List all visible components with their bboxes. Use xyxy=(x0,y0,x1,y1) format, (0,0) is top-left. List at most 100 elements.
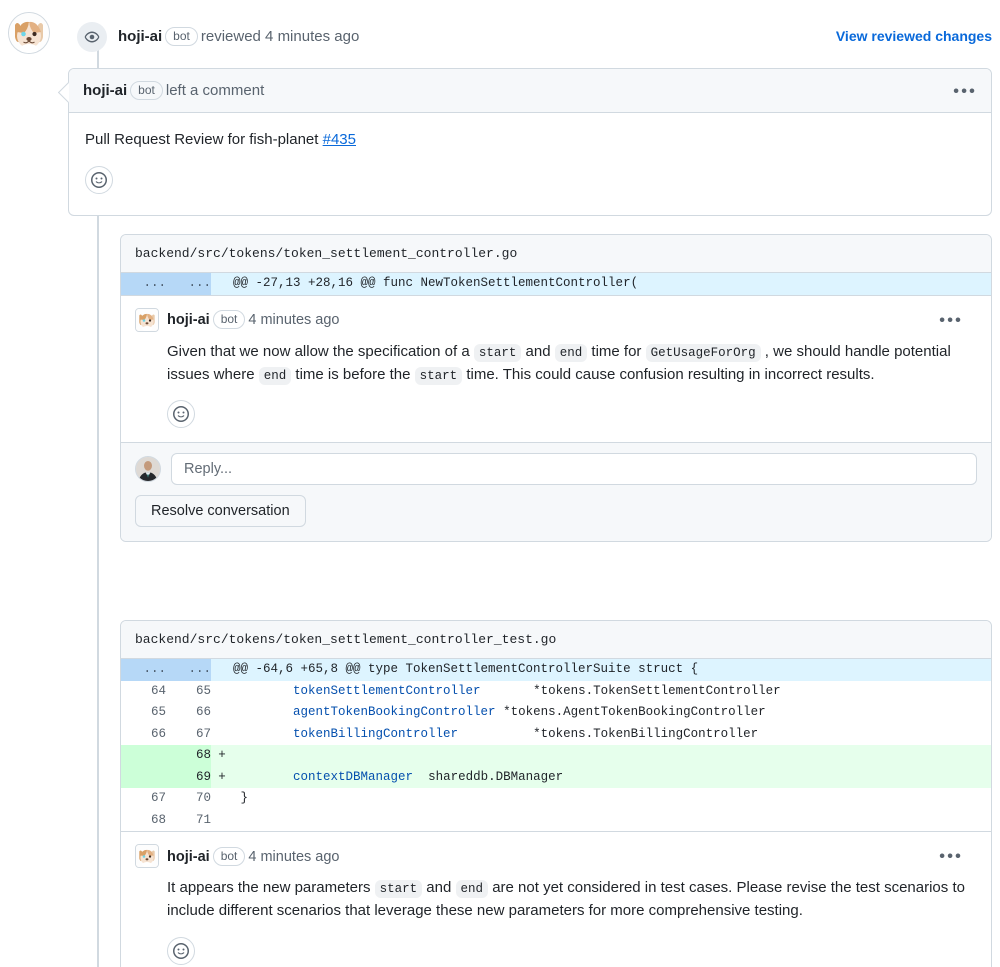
inline-code: end xyxy=(455,880,489,898)
file-path-header[interactable]: backend/src/tokens/token_settlement_cont… xyxy=(121,621,991,659)
kebab-menu-icon[interactable]: ••• xyxy=(937,307,965,332)
comment-text-prefix: Pull Request Review for fish-planet xyxy=(85,131,323,148)
reply-input[interactable] xyxy=(171,453,977,486)
pr-review-timeline: hoji-ai bot reviewed 4 minutes ago View re… xyxy=(0,0,1000,967)
diff-line-old: 65 xyxy=(121,702,166,724)
diff-identifier: tokenSettlementController xyxy=(293,683,481,698)
diff-line-old: ... xyxy=(121,273,166,295)
review-summary-comment: hoji-ai bot left a comment ••• Pull Reques… xyxy=(68,68,992,216)
diff-table: ... ... @@ -27,13 +28,16 @@ func NewToke… xyxy=(121,273,991,295)
inline-comment-reactions xyxy=(167,936,977,965)
kebab-menu-icon[interactable]: ••• xyxy=(951,78,979,103)
diff-line-old: 67 xyxy=(121,788,166,810)
diff-marker xyxy=(211,680,233,702)
eye-glyph xyxy=(84,31,100,43)
inline-comment-timestamp: 4 minutes ago xyxy=(248,848,340,865)
diff-code xyxy=(233,809,991,831)
diff-row-add: 68 + xyxy=(121,745,991,767)
bot-badge: bot xyxy=(212,310,246,329)
file-path-header[interactable]: backend/src/tokens/token_settlement_cont… xyxy=(121,235,991,273)
inline-comment-header: hoji-ai bot 4 minutes ago ••• xyxy=(135,844,977,868)
comment-author[interactable]: hoji-ai xyxy=(83,82,127,99)
diff-marker: + xyxy=(211,766,233,788)
avatar[interactable] xyxy=(135,307,159,332)
reply-row xyxy=(121,442,991,496)
bot-badge: bot xyxy=(130,81,163,100)
resolve-row: Resolve conversation xyxy=(121,495,991,542)
inline-comment-reactions xyxy=(167,400,977,429)
smiley-face-icon xyxy=(91,171,107,188)
diff-line-new: 66 xyxy=(166,702,211,724)
diff-identifier: contextDBManager xyxy=(293,769,414,784)
issue-link[interactable]: #435 xyxy=(323,131,356,148)
diff-code: contextDBManager shareddb.DBManager xyxy=(233,766,991,788)
inline-code: start xyxy=(473,343,522,362)
review-thread: backend/src/tokens/token_settlement_cont… xyxy=(120,620,992,967)
avatar[interactable] xyxy=(8,12,50,54)
diff-code: @@ -64,6 +65,8 @@ type TokenSettlementCo… xyxy=(233,659,991,681)
review-thread: backend/src/tokens/token_settlement_cont… xyxy=(120,234,992,543)
diff-line-new: ... xyxy=(166,659,211,681)
diff-line-new: 67 xyxy=(166,723,211,745)
diff-marker xyxy=(211,273,233,295)
diff-row-ctx: 65 66 agentTokenBookingController *tokens… xyxy=(121,702,991,724)
dog-avatar-icon xyxy=(9,13,49,53)
inline-comment-author[interactable]: hoji-ai xyxy=(167,312,210,328)
smiley-face-icon xyxy=(173,406,189,423)
resolve-conversation-button[interactable]: Resolve conversation xyxy=(135,495,306,528)
review-action-text: reviewed 4 minutes ago xyxy=(200,28,360,45)
diff-row-hunk: ... ... @@ -27,13 +28,16 @@ func NewToke… xyxy=(121,273,991,295)
inline-code: end xyxy=(554,343,588,362)
add-reaction-button[interactable] xyxy=(167,936,195,965)
inline-comment-timestamp: 4 minutes ago xyxy=(248,312,340,328)
diff-code: } xyxy=(233,788,991,810)
diff-line-new: 71 xyxy=(166,809,211,831)
diff-identifier: tokenBillingController xyxy=(293,726,459,741)
diff-code: agentTokenBookingController *tokens.Agen… xyxy=(233,702,991,724)
diff-marker: + xyxy=(211,745,233,767)
comment-body: Pull Request Review for fish-planet #435 xyxy=(69,113,991,194)
diff-row-add: 69 + contextDBManager shareddb.DBManager xyxy=(121,766,991,788)
view-reviewed-changes-link[interactable]: View reviewed changes xyxy=(836,28,992,44)
avatar[interactable] xyxy=(135,456,161,483)
diff-line-new: ... xyxy=(166,273,211,295)
inline-code: end xyxy=(258,366,292,385)
diff-line-old xyxy=(121,766,166,788)
diff-code: tokenBillingController *tokens.TokenBill… xyxy=(233,723,991,745)
add-reaction-button[interactable] xyxy=(85,165,113,194)
diff-marker xyxy=(211,702,233,724)
diff-code xyxy=(233,745,991,767)
diff-marker xyxy=(211,809,233,831)
review-header: hoji-ai bot reviewed 4 minutes ago View re… xyxy=(0,8,1000,56)
comment-text: Pull Request Review for fish-planet #435 xyxy=(85,129,975,152)
inline-comment-author[interactable]: hoji-ai xyxy=(167,849,210,865)
add-reaction-button[interactable] xyxy=(167,400,195,429)
diff-line-new: 65 xyxy=(166,680,211,702)
review-header-text: hoji-ai bot reviewed 4 minutes ago xyxy=(118,27,359,46)
diff-marker xyxy=(211,788,233,810)
user-photo-avatar-icon xyxy=(136,457,160,482)
inline-code: start xyxy=(374,880,423,898)
diff-row-ctx: 66 67 tokenBillingController *tokens.Toke… xyxy=(121,723,991,745)
diff-line-new: 68 xyxy=(166,745,211,767)
diff-line-old: 64 xyxy=(121,680,166,702)
diff-identifier: agentTokenBookingController xyxy=(293,705,496,719)
diff-row-ctx: 64 65 tokenSettlementController *tokens.T… xyxy=(121,680,991,702)
eye-icon xyxy=(77,22,107,52)
diff-row-hunk: ...... @@ -64,6 +65,8 @@ type TokenSettle… xyxy=(121,659,991,681)
diff-code: @@ -27,13 +28,16 @@ func NewTokenSettlem… xyxy=(233,273,991,295)
diff-row-ctx: 68 71 xyxy=(121,809,991,831)
inline-comment: hoji-ai bot 4 minutes ago ••• It appears t… xyxy=(121,831,991,967)
diff-rows: ...... @@ -64,6 +65,8 @@ type TokenSettle… xyxy=(121,659,991,831)
diff-row-ctx: 67 70 } xyxy=(121,788,991,810)
diff-marker xyxy=(211,659,233,681)
diff-line-old xyxy=(121,745,166,767)
diff-marker xyxy=(211,723,233,745)
kebab-menu-icon[interactable]: ••• xyxy=(937,844,965,869)
diff-line-old: 68 xyxy=(121,809,166,831)
diff-table: ...... @@ -64,6 +65,8 @@ type TokenSettle… xyxy=(121,659,991,831)
avatar[interactable] xyxy=(135,844,159,868)
diff-code: tokenSettlementController *tokens.TokenS… xyxy=(233,680,991,702)
review-author[interactable]: hoji-ai xyxy=(118,28,162,45)
diff-line-old: 66 xyxy=(121,723,166,745)
